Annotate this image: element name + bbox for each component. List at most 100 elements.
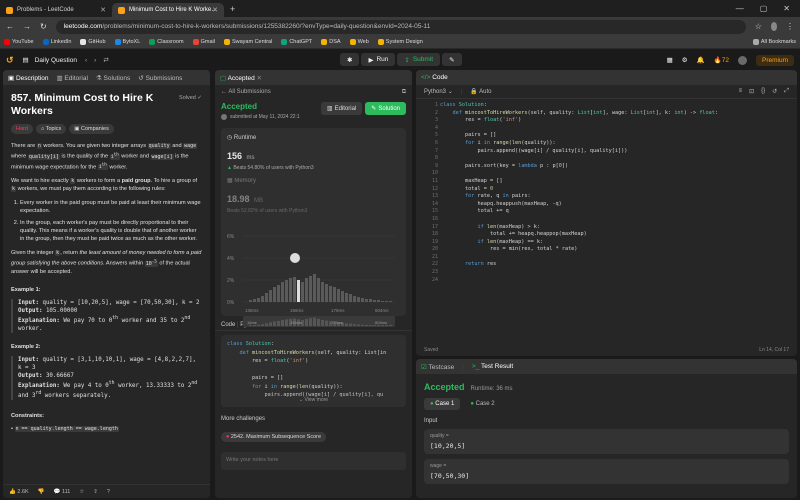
tab-test-result[interactable]: >_ Test Result: [472, 363, 513, 370]
forward-icon[interactable]: →: [23, 22, 31, 31]
bookmark-youtube[interactable]: YouTube: [4, 39, 34, 45]
shuffle-icon[interactable]: ⇄: [103, 56, 108, 64]
run-button[interactable]: ▶ Run: [361, 53, 396, 66]
close-window-icon[interactable]: ✕: [783, 4, 790, 13]
tab-code[interactable]: </> Code: [421, 74, 448, 81]
browser-tab[interactable]: Problems - LeetCode ✕: [0, 3, 112, 17]
language-select[interactable]: Python3 ⌄: [424, 88, 453, 95]
editorial-button[interactable]: ▥ Editorial: [320, 102, 363, 115]
next-problem-icon[interactable]: ›: [94, 57, 96, 64]
auto-complete-toggle[interactable]: 🔒 Auto: [470, 88, 491, 95]
note-icon: ✎: [449, 56, 455, 64]
chatgpt-icon: [281, 39, 288, 45]
url-input[interactable]: leetcode.com/problems/minimum-cost-to-hi…: [55, 19, 746, 34]
back-icon[interactable]: ←: [6, 22, 14, 31]
runtime-label[interactable]: ◷ Runtime: [227, 134, 400, 141]
bookmark-bytoxl[interactable]: BytoXL: [114, 39, 140, 45]
case-2-tab[interactable]: ● Case 2: [464, 398, 500, 410]
notes-button[interactable]: ✎: [442, 53, 462, 66]
favorite-icon[interactable]: ☆: [79, 489, 84, 495]
submit-button[interactable]: ⇪ Submit: [397, 53, 441, 66]
x-tick: 604ms: [375, 308, 389, 313]
tab-editorial[interactable]: ▥ Editorial: [56, 74, 87, 82]
bookmark-swayam[interactable]: Swayam Central: [223, 39, 272, 45]
tab-solutions[interactable]: ⚗ Solutions: [96, 74, 130, 82]
like-button[interactable]: 👍 2.6K: [9, 489, 29, 495]
prev-problem-icon[interactable]: ‹: [85, 57, 87, 64]
bookmark-web[interactable]: Web: [349, 39, 369, 45]
share-icon[interactable]: ⇪: [93, 489, 98, 495]
view-more-button[interactable]: ⌄ View more: [221, 392, 406, 407]
bookmark-chatgpt[interactable]: ChatGPT: [281, 39, 312, 45]
notification-icon[interactable]: 🔔: [697, 56, 705, 64]
close-icon[interactable]: ✕: [212, 6, 218, 14]
case-1-tab[interactable]: ● Case 1: [424, 398, 461, 410]
bookmark-icon[interactable]: ⊡: [749, 88, 754, 95]
bookmark-github[interactable]: GitHub: [80, 39, 106, 45]
bookmark-linkedin[interactable]: LinkedIn: [42, 39, 71, 45]
example-2-heading: Example 2:: [11, 343, 41, 350]
tab-submissions[interactable]: ↺ Submissions: [138, 74, 182, 82]
histogram-bar: [297, 280, 300, 302]
code-text-area[interactable]: class Solution: def mincostToHireWorkers…: [440, 102, 718, 277]
solution-button[interactable]: ✎ Solution: [365, 102, 406, 115]
streak-counter[interactable]: 🔥72: [714, 56, 729, 64]
slider-bar: [361, 324, 364, 326]
challenge-link[interactable]: ● 2542. Maximum Subsequence Score: [221, 432, 327, 442]
dislike-icon[interactable]: 👎: [38, 489, 45, 495]
fullscreen-icon[interactable]: ⤢: [784, 88, 789, 95]
test-result-panel: ☑ Testcase | >_ Test Result Accepted Run…: [416, 359, 797, 498]
bookmark-gmail[interactable]: Gmail: [192, 39, 215, 45]
bookmark-system-design[interactable]: System Design: [377, 39, 423, 45]
address-bar-row: ← → ↻ leetcode.com/problems/minimum-cost…: [0, 17, 800, 36]
debug-button[interactable]: ✱: [340, 53, 360, 66]
slider-bar: [253, 325, 256, 326]
all-submissions-link[interactable]: ← All Submissions: [221, 89, 271, 96]
maximize-icon[interactable]: ▢: [760, 4, 768, 13]
slider-bar: [285, 319, 288, 326]
example-2: Input: quality = [3,1,10,10,1], wage = […: [11, 355, 202, 400]
star-icon[interactable]: ☆: [755, 22, 762, 31]
memory-section[interactable]: ▦ Memory 18.98 MB Beats 52.82% of users …: [227, 177, 400, 214]
tab-testcase[interactable]: ☑ Testcase: [421, 363, 454, 371]
x-tick: 16ms: [247, 320, 257, 325]
tab-description[interactable]: ▣ Description: [8, 74, 48, 82]
tab-accepted[interactable]: ▢ Accepted ✕: [220, 74, 262, 82]
checkbox-icon: ☑: [421, 363, 427, 371]
reload-icon[interactable]: ↻: [40, 22, 47, 31]
slider-bar: [277, 320, 280, 326]
histogram-bar: [333, 287, 336, 302]
histogram-bar: [325, 284, 328, 302]
slider-bar: [369, 325, 372, 326]
comments-button[interactable]: 💬 111: [54, 489, 71, 495]
help-icon[interactable]: ?: [107, 489, 110, 495]
profile-icon[interactable]: [770, 22, 777, 31]
slider-bar: [345, 323, 348, 326]
bookmark-dsa[interactable]: DSA: [321, 39, 341, 45]
braces-icon[interactable]: {}: [761, 88, 765, 95]
bookmarks-bar: YouTube LinkedIn GitHub BytoXL Classroom…: [0, 36, 800, 49]
reset-icon[interactable]: ↺: [772, 88, 777, 95]
companies-tag[interactable]: ▣ Companies: [69, 124, 114, 134]
bookmark-classroom[interactable]: Classroom: [149, 39, 184, 45]
beats-icon: ▲: [227, 165, 232, 171]
notes-input[interactable]: Write your notes here: [221, 452, 406, 470]
problem-list-icon[interactable]: ▤: [23, 56, 29, 64]
browser-tab-active[interactable]: Minimum Cost to Hire K Worke… ✕: [112, 3, 224, 17]
settings-icon[interactable]: ⚙: [682, 56, 688, 64]
avatar[interactable]: [737, 55, 747, 65]
minimize-icon[interactable]: —: [736, 4, 744, 13]
copy-link-icon[interactable]: ⧉: [402, 89, 406, 96]
close-icon[interactable]: ✕: [100, 6, 106, 14]
histogram-bar: [301, 282, 304, 302]
premium-button[interactable]: Premium: [755, 54, 794, 66]
leetcode-logo-icon[interactable]: ↺: [6, 55, 14, 66]
layout-icon[interactable]: ▦: [667, 56, 673, 64]
daily-question-link[interactable]: Daily Question: [35, 57, 77, 64]
new-tab-icon[interactable]: +: [230, 4, 235, 14]
format-icon[interactable]: ≡: [739, 88, 743, 95]
all-bookmarks[interactable]: All Bookmarks: [752, 39, 796, 45]
menu-icon[interactable]: ⋮: [786, 22, 794, 31]
runtime-distribution-chart[interactable]: 6% 4% 2% 0% 136ms 156ms 176ms 604ms 16ms…: [227, 228, 399, 328]
topics-tag[interactable]: ⌂ Topics: [35, 124, 67, 134]
